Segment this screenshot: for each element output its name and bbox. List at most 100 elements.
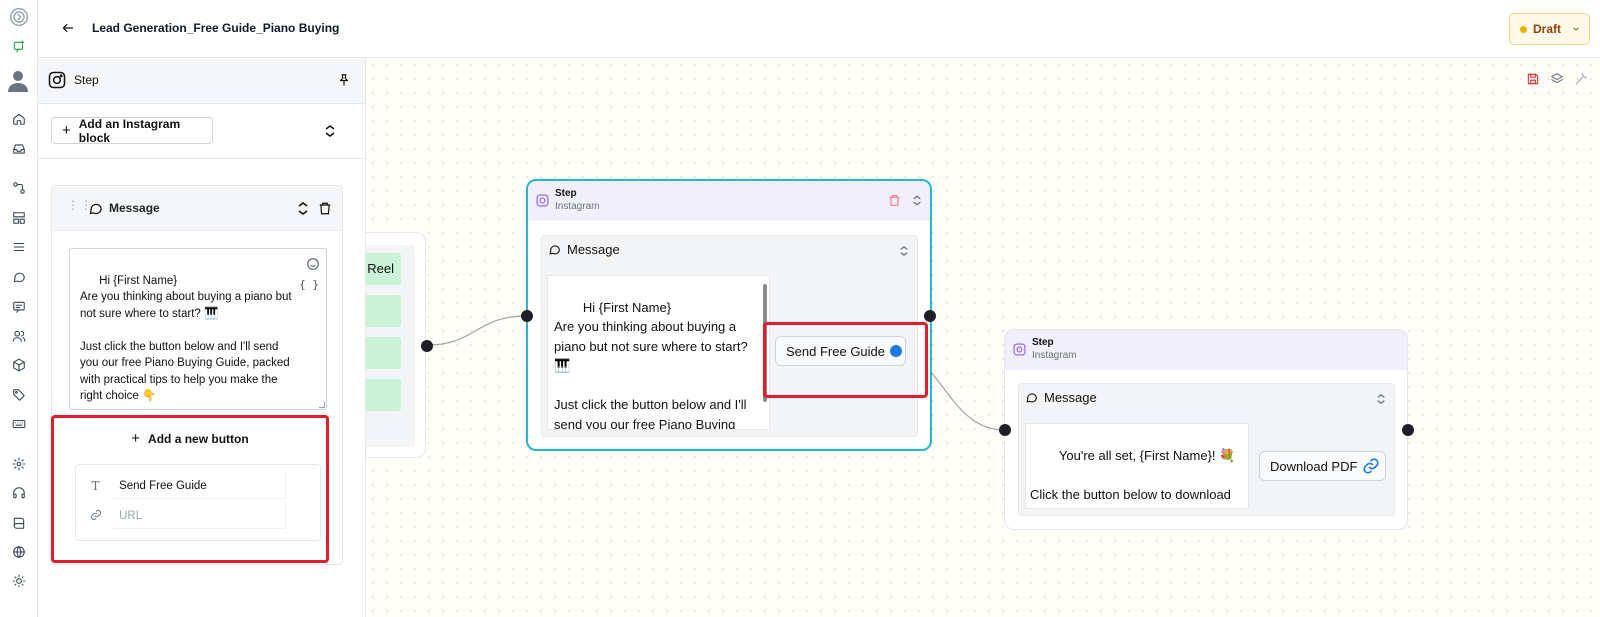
chat-icon[interactable] (9, 267, 29, 287)
download-pdf-label: Download PDF (1270, 458, 1358, 474)
message-preview[interactable]: Hi {First Name} Are you thinking about b… (547, 275, 770, 430)
message-block: Message You're all set, {First Name}! 💐 … (1018, 383, 1395, 516)
input-port[interactable] (521, 310, 533, 322)
settings-icon[interactable] (9, 454, 29, 474)
button-url-input[interactable]: URL (113, 503, 286, 529)
globe-icon[interactable] (9, 542, 29, 562)
status-dot-icon (1520, 25, 1527, 33)
message-block-header: ⋮⋮ Message (52, 186, 342, 231)
reorder-icon[interactable] (297, 201, 309, 216)
contacts-icon[interactable] (9, 326, 29, 346)
instagram-icon (1013, 343, 1026, 356)
send-free-guide-label: Send Free Guide (786, 343, 886, 359)
trash-icon[interactable] (318, 201, 332, 216)
expand-collapse-icon[interactable] (912, 194, 922, 207)
panel-header: Step (38, 58, 365, 104)
channel-label: Instagram (1032, 350, 1077, 361)
page-title: Lead Generation_Free Guide_Piano Buying (92, 21, 340, 35)
send-free-guide-button[interactable]: Send Free Guide (775, 336, 906, 366)
channel-label: Instagram (555, 201, 600, 212)
button-text-row: T Send Free Guide (86, 473, 286, 499)
previous-step-node[interactable]: Reel (366, 232, 426, 458)
keyboard-icon[interactable] (9, 414, 29, 434)
list-icon[interactable] (9, 237, 29, 257)
insert-variable-button[interactable]: { } (299, 277, 319, 294)
home-icon[interactable] (9, 109, 29, 129)
trigger-chip[interactable] (366, 295, 401, 327)
comments-icon[interactable] (9, 297, 29, 317)
reel-chip[interactable]: Reel (366, 253, 401, 285)
button-text-input[interactable]: Send Free Guide (113, 473, 286, 499)
expand-collapse-icon[interactable] (899, 245, 909, 257)
expand-collapse-icon[interactable] (324, 124, 336, 138)
link-icon (86, 509, 105, 524)
flow-builder-icon[interactable] (9, 37, 29, 57)
message-title: Message (1044, 390, 1097, 405)
message-preview[interactable]: You're all set, {First Name}! 💐 Click th… (1025, 423, 1249, 509)
book-icon[interactable] (9, 513, 29, 533)
message-block-header: Message (1025, 390, 1097, 405)
theme-toggle-icon[interactable] (9, 571, 29, 591)
headphones-icon[interactable] (9, 483, 29, 503)
status-dropdown[interactable]: Draft (1509, 13, 1590, 45)
expand-collapse-icon[interactable] (1376, 393, 1386, 405)
add-instagram-block-button[interactable]: + Add an Instagram block (51, 116, 213, 145)
plus-icon: + (131, 430, 141, 447)
pin-icon[interactable] (337, 73, 351, 87)
message-text-editor[interactable]: Hi {First Name} Are you thinking about b… (69, 248, 327, 410)
box-icon[interactable] (9, 355, 29, 375)
output-port[interactable] (421, 340, 433, 352)
resize-handle-icon[interactable] (319, 402, 325, 408)
logo-icon[interactable] (9, 7, 29, 27)
message-block-title: Message (109, 201, 160, 215)
delete-node-icon[interactable] (888, 194, 901, 207)
message-text: Hi {First Name} Are you thinking about b… (80, 274, 292, 403)
user-avatar-icon[interactable] (6, 68, 30, 92)
reel-label: Reel (367, 261, 394, 276)
left-nav-rail (0, 0, 38, 617)
add-new-button-label: Add a new button (148, 431, 249, 446)
download-pdf-button[interactable]: Download PDF (1259, 451, 1386, 481)
status-label: Draft (1533, 22, 1562, 36)
automation-icon[interactable] (9, 178, 29, 198)
canvas-toolbar (1526, 72, 1588, 86)
button-editor-highlight: + Add a new button T Send Free Guide URL (51, 415, 329, 563)
step-label: Step (1032, 337, 1054, 348)
step-label: Step (555, 188, 577, 199)
send-free-guide-highlight: Send Free Guide (763, 322, 928, 398)
inbox-icon[interactable] (9, 139, 29, 159)
trigger-chip[interactable] (366, 379, 401, 411)
flow-canvas[interactable]: Reel Step Instagram Message Hi {First Na… (366, 58, 1600, 617)
output-port[interactable] (924, 310, 936, 322)
back-arrow-icon[interactable] (58, 18, 78, 38)
plus-icon: + (62, 122, 71, 139)
add-block-label: Add an Instagram block (78, 116, 181, 145)
button-output-port[interactable] (890, 345, 902, 357)
trigger-chip[interactable] (366, 337, 401, 369)
panel-title: Step (74, 73, 99, 87)
step-node-main[interactable]: Step Instagram Message Hi {First Name} A… (526, 179, 932, 451)
step-node-download[interactable]: Step Instagram Message You're all set, {… (1004, 329, 1408, 530)
button-config-card: T Send Free Guide URL (75, 464, 321, 541)
message-title: Message (567, 242, 620, 257)
input-port[interactable] (999, 424, 1011, 436)
add-new-button[interactable]: + Add a new button (54, 430, 326, 447)
step-node-header: Step Instagram (1005, 330, 1407, 370)
save-icon[interactable] (1526, 72, 1540, 86)
button-url-row: URL (86, 503, 286, 529)
message-preview-text: Hi {First Name} Are you thinking about b… (554, 299, 748, 430)
instagram-icon (536, 194, 549, 207)
chevron-down-icon (1573, 27, 1579, 31)
previous-step-body: Reel (366, 245, 415, 447)
templates-icon[interactable] (9, 208, 29, 228)
chat-bubble-icon (1026, 393, 1037, 403)
instagram-icon (48, 71, 66, 89)
output-port[interactable] (1402, 424, 1414, 436)
step-node-header: Step Instagram (528, 181, 930, 221)
layers-icon[interactable] (1550, 72, 1564, 86)
top-bar: Lead Generation_Free Guide_Piano Buying … (38, 0, 1600, 58)
step-editor-panel: Step + Add an Instagram block ⋮⋮ Message… (38, 58, 366, 617)
magic-wand-icon[interactable] (1574, 72, 1588, 86)
emoji-picker-icon[interactable] (306, 257, 320, 271)
tag-icon[interactable] (9, 385, 29, 405)
